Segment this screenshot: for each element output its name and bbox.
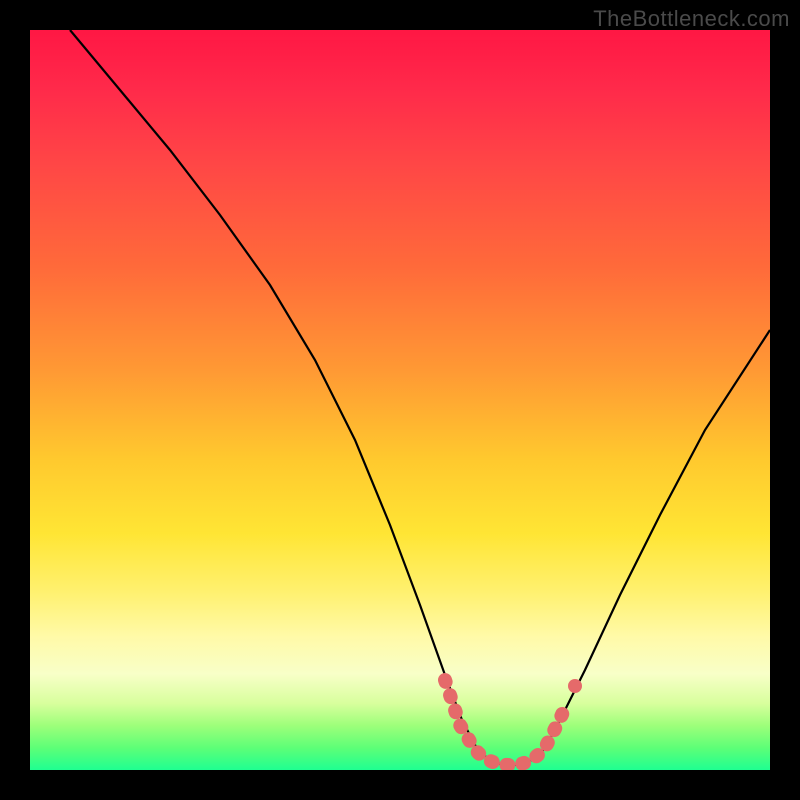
curve-layer <box>30 30 770 770</box>
highlight-end-dot <box>568 679 582 693</box>
watermark-text: TheBottleneck.com <box>593 6 790 32</box>
plot-area <box>30 30 770 770</box>
curve-highlight <box>445 680 566 765</box>
bottleneck-curve <box>70 30 770 765</box>
chart-frame: TheBottleneck.com <box>0 0 800 800</box>
